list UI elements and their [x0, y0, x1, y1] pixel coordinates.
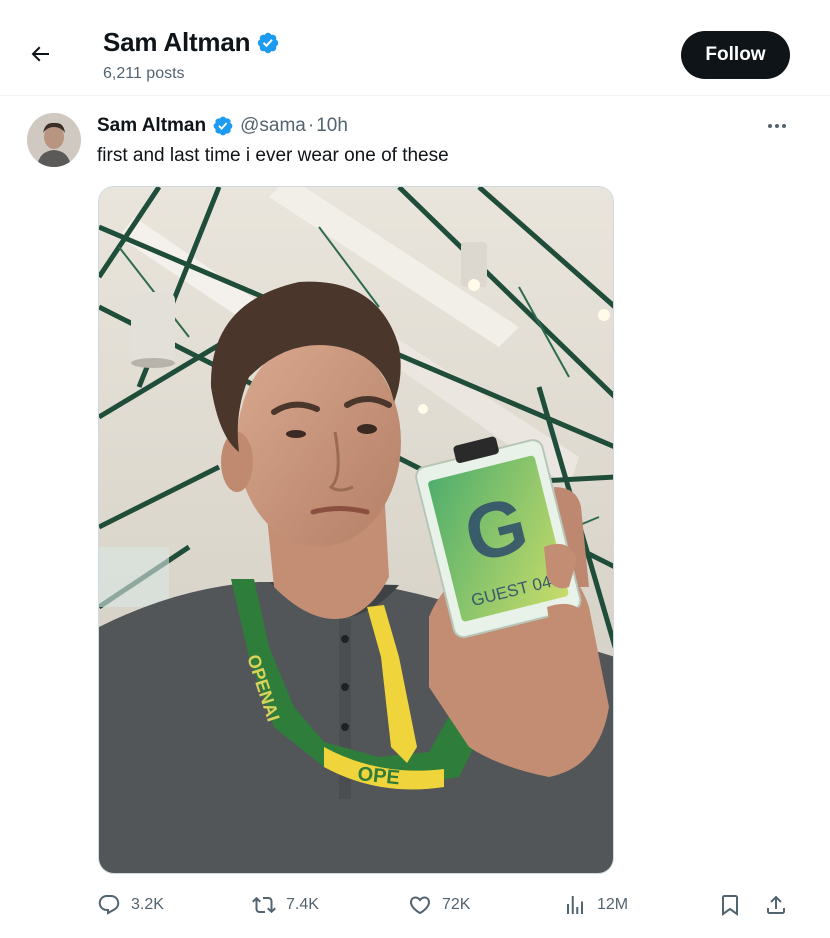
verified-badge-icon [258, 32, 279, 53]
share-button[interactable] [764, 892, 788, 918]
repost-button[interactable]: 7.4K [252, 892, 319, 918]
avatar[interactable] [27, 113, 81, 167]
like-icon [409, 896, 431, 915]
reply-button[interactable]: 3.2K [97, 892, 164, 918]
post-count: 6,211 posts [103, 65, 185, 82]
repost-icon [252, 896, 276, 914]
meta-separator: · [307, 115, 315, 136]
back-button[interactable] [22, 36, 58, 72]
photo-illustration: OPENAI OPE G GUEST 04 [99, 187, 613, 873]
profile-header: Sam Altman 6,211 posts Follow [0, 0, 830, 96]
profile-name-text: Sam Altman [103, 27, 251, 57]
views-count: 12M [597, 896, 629, 913]
svg-text:OPE: OPE [356, 763, 400, 789]
bookmark-button[interactable] [718, 892, 742, 918]
views-icon [567, 896, 583, 914]
reply-icon [98, 895, 120, 915]
back-arrow-icon [31, 46, 49, 62]
views-button[interactable]: 12M [563, 892, 628, 918]
more-icon [768, 124, 786, 128]
reply-count: 3.2K [131, 896, 164, 913]
tweet-text: first and last time i ever wear one of t… [97, 145, 449, 166]
verified-badge-icon [213, 116, 233, 136]
follow-button[interactable]: Follow [681, 31, 790, 79]
like-count: 72K [442, 896, 471, 913]
more-button[interactable] [763, 114, 791, 138]
like-button[interactable]: 72K [408, 892, 470, 918]
tweet-time[interactable]: 10h [316, 115, 348, 137]
repost-count: 7.4K [286, 896, 319, 913]
share-icon [767, 895, 785, 914]
author-name[interactable]: Sam Altman [97, 115, 206, 137]
tweet-photo[interactable]: OPENAI OPE G GUEST 04 [98, 186, 614, 874]
author-handle[interactable]: @sama [240, 115, 306, 137]
avatar-image [27, 113, 81, 167]
bookmark-icon [722, 895, 738, 916]
profile-name: Sam Altman [103, 27, 280, 58]
tweet-header: Sam Altman @sama · 10h [97, 115, 348, 137]
